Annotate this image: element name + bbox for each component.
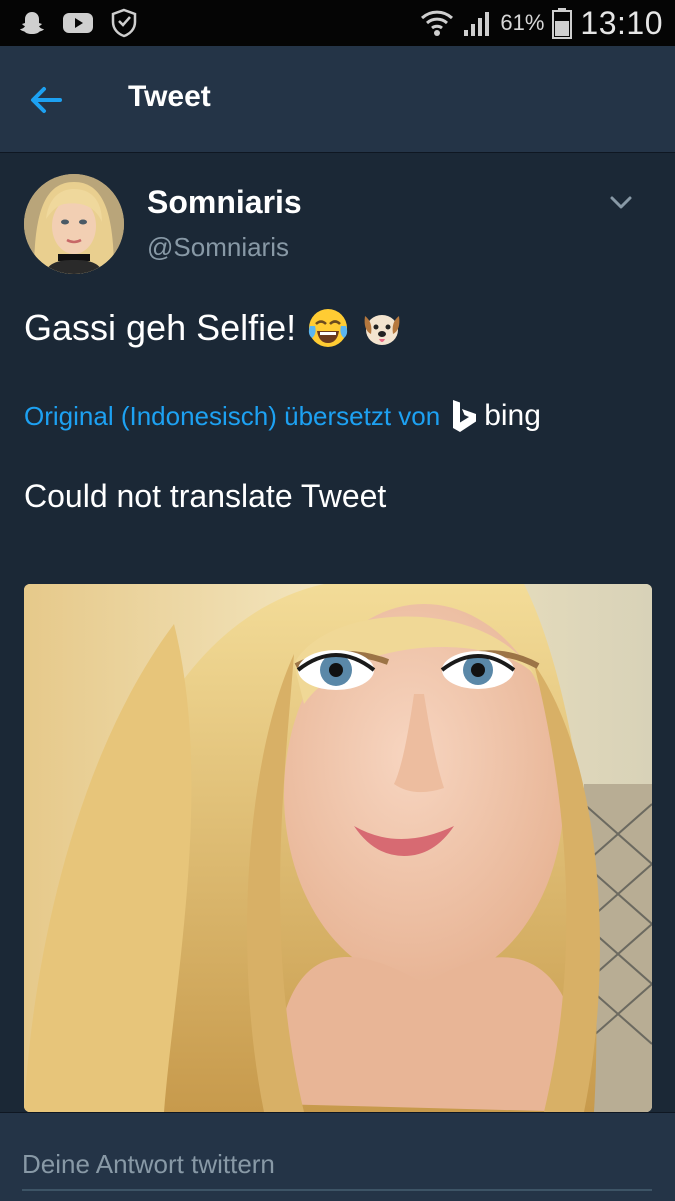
bing-wordmark: bing [484, 399, 541, 432]
face-with-tears-of-joy-icon [309, 309, 348, 347]
tweet-options-button[interactable] [604, 190, 638, 214]
back-button[interactable] [24, 78, 68, 122]
chevron-down-icon [610, 196, 632, 209]
status-bar: 61% 13:10 [0, 0, 675, 46]
dog-face-icon [364, 315, 400, 345]
clock: 13:10 [580, 4, 663, 41]
wifi-icon [420, 8, 454, 38]
youtube-icon [62, 11, 94, 35]
battery-percent: 61% [500, 10, 545, 35]
bing-logo: bing [450, 398, 541, 434]
translation-attribution[interactable]: Original (Indonesisch) übersetzt von bin… [24, 398, 541, 434]
app-header: Tweet [0, 46, 675, 153]
translation-result: Could not translate Tweet [24, 478, 387, 514]
translation-label: Original (Indonesisch) übersetzt von [24, 400, 441, 431]
page-title: Tweet [128, 80, 211, 113]
reply-input[interactable] [22, 1139, 652, 1191]
arrow-left-icon [31, 87, 62, 113]
author-handle[interactable]: @Somniaris [147, 232, 289, 263]
reply-bar [0, 1112, 675, 1201]
avatar[interactable] [24, 174, 124, 274]
snapchat-icon [18, 9, 46, 37]
tweet-text-content: Gassi geh Selfie! [24, 307, 297, 348]
tweet-photo[interactable] [24, 584, 652, 1112]
tweet-text: Gassi geh Selfie! [24, 306, 404, 350]
signal-icon [462, 8, 492, 38]
selfie-image [24, 584, 652, 1112]
battery-icon [552, 7, 573, 39]
shield-app-icon [110, 8, 138, 38]
bing-icon [453, 400, 477, 432]
author-name[interactable]: Somniaris [147, 184, 302, 221]
